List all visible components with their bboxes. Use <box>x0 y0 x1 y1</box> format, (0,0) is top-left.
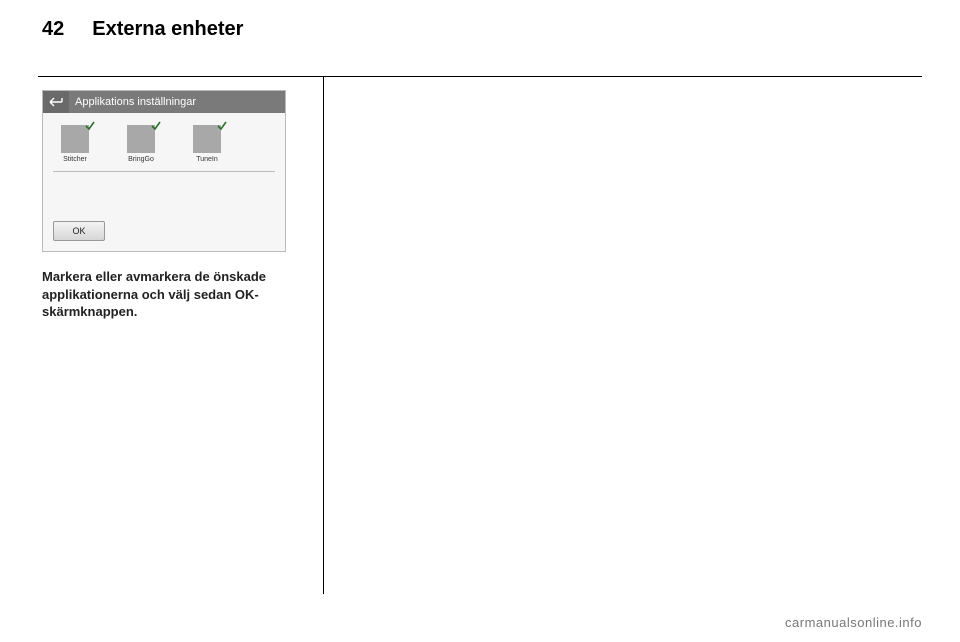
screen-title: Applikations inställningar <box>73 96 196 108</box>
device-screenshot: Applikations inställningar Stitcher Brin… <box>42 90 286 252</box>
app-icon-placeholder <box>61 125 89 153</box>
left-column: Applikations inställningar Stitcher Brin… <box>42 90 310 321</box>
app-label: BringGo <box>128 156 154 163</box>
ok-button-label: OK <box>72 226 85 236</box>
app-item-stitcher[interactable]: Stitcher <box>53 125 97 163</box>
check-icon <box>217 121 227 131</box>
ok-button[interactable]: OK <box>53 221 105 241</box>
page-number: 42 <box>42 18 64 41</box>
check-icon <box>85 121 95 131</box>
screen-header-bar: Applikations inställningar <box>43 91 285 113</box>
page-header: 42 Externa enheter <box>0 0 960 41</box>
watermark: carmanualsonline.info <box>785 615 922 630</box>
app-item-bringgo[interactable]: BringGo <box>119 125 163 163</box>
back-button[interactable] <box>43 91 69 113</box>
column-divider <box>323 76 324 594</box>
section-title: Externa enheter <box>92 18 243 41</box>
horizontal-rule <box>38 76 922 77</box>
instruction-text: Markera eller avmarkera de önskade appli… <box>42 268 310 321</box>
app-row: Stitcher BringGo TuneIn <box>43 113 285 169</box>
app-icon-placeholder <box>127 125 155 153</box>
check-icon <box>151 121 161 131</box>
app-label: TuneIn <box>196 156 218 163</box>
app-label: Stitcher <box>63 156 87 163</box>
back-arrow-icon <box>49 97 63 107</box>
app-item-tunein[interactable]: TuneIn <box>185 125 229 163</box>
row-separator <box>53 171 275 172</box>
app-icon-placeholder <box>193 125 221 153</box>
